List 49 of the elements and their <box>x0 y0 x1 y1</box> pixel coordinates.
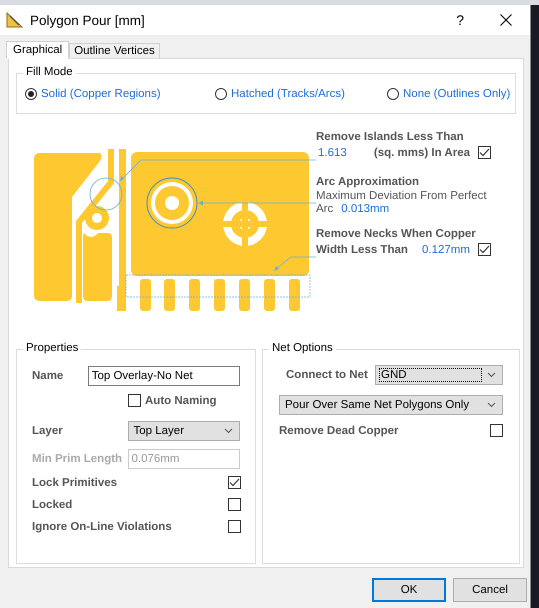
checkbox[interactable] <box>228 476 241 489</box>
field-label: Layer <box>32 425 64 437</box>
setting-label: Arc <box>316 203 334 215</box>
tab[interactable]: Outline Vertices <box>69 43 160 59</box>
checkbox-label[interactable]: Locked <box>32 498 72 510</box>
group-title: Fill Mode <box>23 66 76 78</box>
checkbox-label[interactable]: Ignore On-Line Violations <box>32 520 172 532</box>
group-title: Properties <box>23 342 82 354</box>
option-label[interactable]: None (Outlines Only) <box>403 88 510 100</box>
value-text[interactable]: 1.613 <box>316 146 374 158</box>
value-text[interactable]: 0.127mm <box>422 244 470 256</box>
setting-title: Arc Approximation <box>316 176 420 188</box>
checkbox[interactable] <box>128 394 141 407</box>
radio-button[interactable] <box>387 88 399 100</box>
field-label: Name <box>32 370 64 382</box>
caret-icon <box>487 372 496 378</box>
checkbox[interactable] <box>478 146 491 159</box>
pour-mode-dropdown[interactable]: Pour Over Same Net Polygons Only <box>279 395 503 415</box>
caret-icon <box>487 402 496 408</box>
setting-label: Width Less Than <box>316 244 409 256</box>
setting-title: Remove Necks When Copper <box>316 228 477 240</box>
setting-description: Maximum Deviation From Perfect <box>316 190 488 202</box>
checkbox-label[interactable]: Lock Primitives <box>32 476 118 488</box>
checkbox[interactable] <box>490 424 503 437</box>
value-text[interactable]: 0.013mm <box>341 203 390 215</box>
unit-label: (sq. mms) In Area <box>374 146 470 158</box>
tab[interactable]: Graphical <box>6 41 70 59</box>
option-label[interactable]: Solid (Copper Regions) <box>41 88 161 100</box>
checkbox[interactable] <box>478 243 491 256</box>
dialog-button[interactable]: Cancel <box>453 578 527 602</box>
checkbox[interactable] <box>228 520 241 533</box>
checkbox-label[interactable]: Auto Naming <box>145 394 217 406</box>
close-icon[interactable] <box>500 14 512 26</box>
window-title: Polygon Pour [mm] <box>30 12 146 28</box>
layer-dropdown[interactable]: Top Layer <box>128 421 240 441</box>
checkbox-label[interactable]: Remove Dead Copper <box>279 424 399 436</box>
radio-button[interactable] <box>25 88 37 100</box>
field-label: Connect to Net <box>286 369 369 381</box>
dialog-button[interactable]: OK <box>372 578 446 602</box>
setting-title: Remove Islands Less Than <box>316 131 465 143</box>
net-dropdown[interactable]: GND <box>375 365 503 385</box>
radio-button[interactable] <box>215 88 227 100</box>
caret-icon <box>224 428 233 434</box>
group-title: Net Options <box>269 342 336 354</box>
checkbox[interactable] <box>228 498 241 511</box>
option-label[interactable]: Hatched (Tracks/Arcs) <box>231 88 345 100</box>
field-label: Min Prim Length <box>32 453 124 465</box>
help-button[interactable]: ? <box>456 12 464 28</box>
text-field[interactable]: Top Overlay-No Net <box>88 366 240 386</box>
